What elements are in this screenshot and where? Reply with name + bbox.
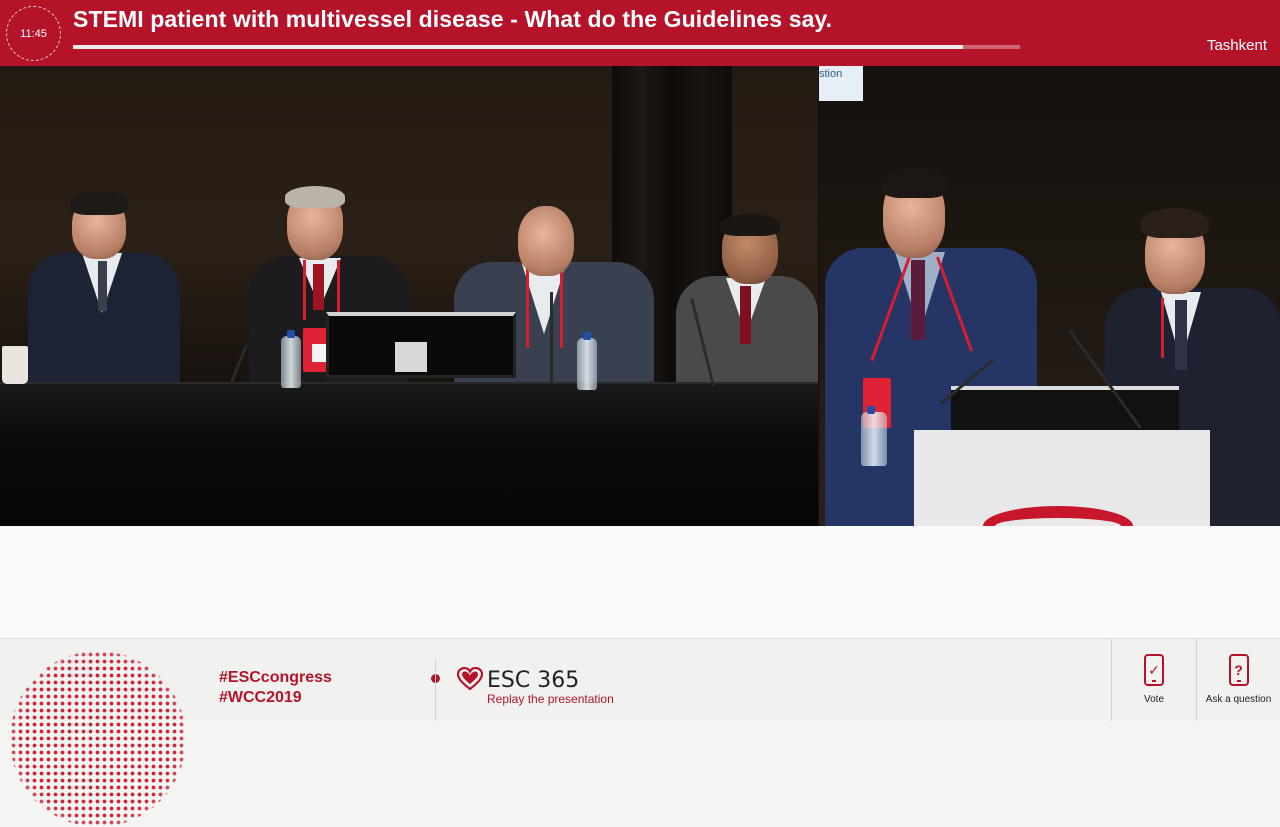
session-location: Tashkent — [1206, 37, 1267, 54]
hashtag-wcc2019: #WCC2019 — [219, 689, 302, 706]
phone-question-icon: ? — [1228, 654, 1249, 686]
esc365-subtitle: Replay the presentation — [487, 692, 614, 706]
water-bottle — [577, 332, 597, 390]
esc365-title: ESC 365 — [487, 668, 580, 693]
session-clock: 11:45 — [6, 6, 61, 61]
session-progress-fill — [73, 45, 964, 49]
hashtag-esccongress: #ESCcongress — [219, 669, 332, 686]
ask-question-button[interactable]: ? Ask a question — [1197, 639, 1280, 721]
monitor-stand — [395, 342, 427, 372]
slide-fragment: stion — [819, 66, 863, 101]
heart-logo-icon — [457, 667, 483, 691]
congress-globe-graphic — [10, 651, 186, 827]
congress-hashtags: #ESCcongress #WCC2019 — [219, 668, 332, 708]
slide-fragment-text: stion — [819, 68, 843, 80]
vote-button[interactable]: ✓ Vote — [1113, 639, 1195, 721]
vote-label: Vote — [1143, 694, 1165, 705]
podium-laptop — [951, 386, 1179, 430]
phone-check-icon: ✓ — [1144, 654, 1164, 686]
footer-bar: #ESCcongress #WCC2019 ESC 365 Replay the… — [0, 638, 1280, 827]
panel-camera-view — [0, 66, 818, 526]
water-bottle — [281, 330, 301, 388]
question-mark-glyph: ? — [1234, 662, 1243, 678]
podium-camera-view: stion — [819, 66, 1280, 526]
footer-divider — [1111, 639, 1112, 721]
footer-divider — [435, 659, 436, 721]
video-player[interactable]: stion — [0, 66, 1280, 526]
ask-question-label: Ask a question — [1205, 694, 1272, 705]
session-title: STEMI patient with multivessel disease -… — [73, 6, 833, 32]
table-microphone — [230, 344, 248, 383]
table-microphone — [550, 292, 553, 382]
paper-cup — [2, 346, 28, 384]
panel-table — [0, 384, 818, 526]
session-progress-bar — [73, 45, 1020, 49]
content-spacer — [0, 526, 1280, 638]
session-header: 11:45 STEMI patient with multivessel dis… — [0, 0, 1280, 66]
water-bottle — [861, 406, 887, 466]
